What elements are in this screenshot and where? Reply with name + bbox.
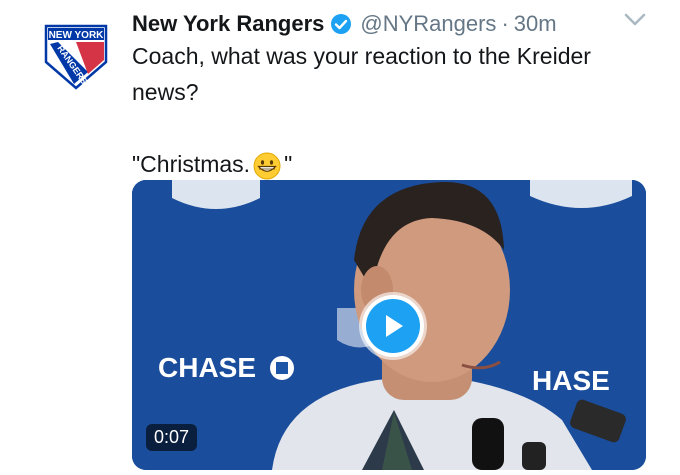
separator-dot: · bbox=[501, 11, 509, 36]
tweet-text: Coach, what was your reaction to the Kre… bbox=[132, 38, 652, 182]
verified-badge-icon bbox=[330, 13, 352, 35]
tweet-text-line: Coach, what was your reaction to the Kre… bbox=[132, 43, 591, 69]
video-duration: 0:07 bbox=[146, 424, 198, 451]
author-handle[interactable]: @NYRangers bbox=[360, 11, 496, 37]
tweet-timestamp[interactable]: 30m bbox=[514, 11, 557, 37]
author-name[interactable]: New York Rangers bbox=[132, 11, 324, 37]
tweet-text-line: news? bbox=[132, 79, 199, 105]
quote-text: "Christmas. bbox=[132, 151, 251, 177]
tweet-quote: "Christmas. " bbox=[132, 146, 652, 182]
svg-text:NEW YORK: NEW YORK bbox=[49, 30, 105, 41]
rangers-logo-icon: NEW YORK RANGERS bbox=[44, 24, 108, 90]
author-avatar[interactable]: NEW YORK RANGERS bbox=[44, 24, 108, 90]
sponsor-text: CHASE bbox=[158, 352, 256, 383]
chevron-down-icon[interactable] bbox=[622, 10, 648, 30]
grinning-face-icon bbox=[252, 151, 282, 181]
quote-close: " bbox=[284, 151, 293, 177]
tweet-header: New York Rangers @NYRangers · 30m bbox=[132, 8, 652, 40]
play-button[interactable] bbox=[362, 295, 424, 357]
play-icon bbox=[366, 299, 420, 353]
sponsor-text-right: HASE bbox=[532, 365, 610, 396]
video-player[interactable]: CHASE HASE 0:07 bbox=[132, 180, 646, 470]
